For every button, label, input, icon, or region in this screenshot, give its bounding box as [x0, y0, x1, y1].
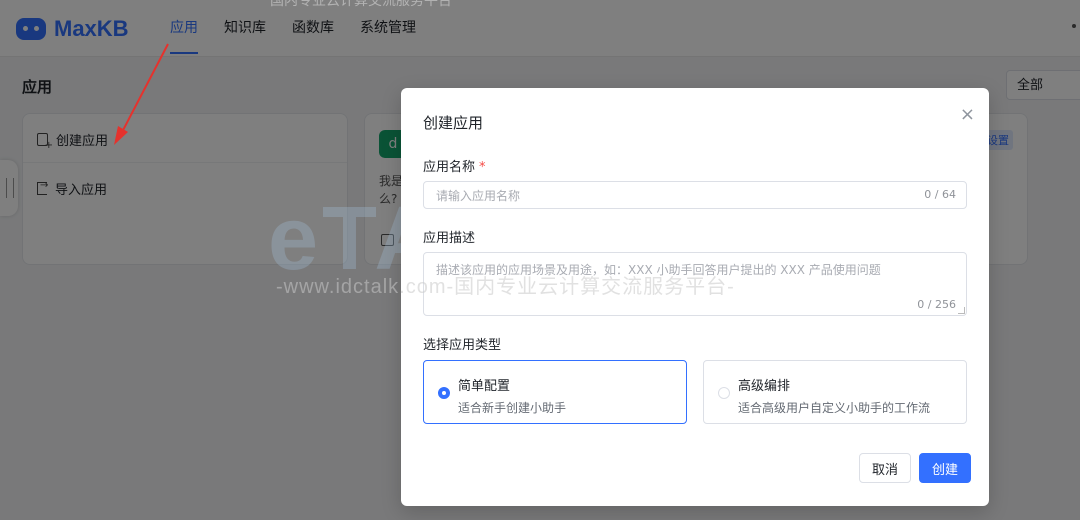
annotation-arrow-icon: [114, 43, 169, 145]
